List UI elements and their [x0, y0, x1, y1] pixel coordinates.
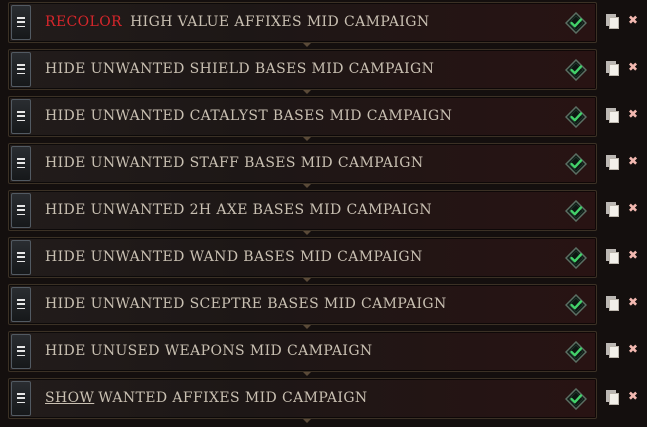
- rule-action-word: SHOW: [45, 390, 95, 406]
- checkmark-diamond-icon: [564, 11, 588, 35]
- rule-enabled-toggle[interactable]: [564, 11, 588, 35]
- copy-icon[interactable]: [606, 61, 619, 76]
- drag-handle[interactable]: [11, 334, 31, 369]
- copy-icon[interactable]: [606, 390, 619, 405]
- rule-enabled-toggle[interactable]: [564, 293, 588, 317]
- filter-rule-row[interactable]: HIDE UNWANTED SCEPTRE BASES MID CAMPAIGN: [8, 284, 597, 329]
- drag-handle-icon: [17, 17, 25, 28]
- rule-actions: ✖: [600, 49, 645, 89]
- close-icon[interactable]: ✖: [626, 340, 640, 358]
- rule-name: HIGH VALUE AFFIXES MID CAMPAIGN: [130, 14, 430, 30]
- rule-name: HIDE UNWANTED CATALYST BASES MID CAMPAIG…: [45, 108, 453, 124]
- checkmark-diamond-icon: [564, 387, 588, 411]
- drag-handle[interactable]: [11, 193, 31, 228]
- close-icon[interactable]: ✖: [626, 152, 640, 170]
- rule-name: HIDE UNWANTED 2H AXE BASES MID CAMPAIGN: [45, 202, 433, 218]
- copy-icon[interactable]: [606, 202, 619, 217]
- rule-actions: ✖: [600, 190, 645, 230]
- rule-label[interactable]: HIDE UNWANTED CATALYST BASES MID CAMPAIG…: [45, 97, 452, 136]
- copy-icon[interactable]: [606, 343, 619, 358]
- checkmark-diamond-icon: [564, 199, 588, 223]
- close-icon[interactable]: ✖: [626, 246, 640, 264]
- rule-actions: ✖: [600, 378, 645, 418]
- rule-name: HIDE UNWANTED WAND BASES MID CAMPAIGN: [45, 249, 423, 265]
- rule-enabled-toggle[interactable]: [564, 340, 588, 364]
- rule-enabled-toggle[interactable]: [564, 152, 588, 176]
- filter-rule-row[interactable]: HIDE UNWANTED CATALYST BASES MID CAMPAIG…: [8, 96, 597, 141]
- rule-label[interactable]: HIDE UNWANTED STAFF BASES MID CAMPAIGN: [45, 144, 423, 183]
- rule-name: HIDE UNWANTED SCEPTRE BASES MID CAMPAIGN: [45, 296, 447, 312]
- drag-handle-icon: [17, 64, 25, 75]
- filter-rule-row[interactable]: HIDE UNUSED WEAPONS MID CAMPAIGN: [8, 331, 597, 376]
- filter-rule-row[interactable]: RECOLOR HIGH VALUE AFFIXES MID CAMPAIGN: [8, 2, 597, 47]
- close-icon[interactable]: ✖: [626, 199, 640, 217]
- rule-label[interactable]: HIDE UNUSED WEAPONS MID CAMPAIGN: [45, 332, 373, 371]
- rule-name: HIDE UNWANTED SHIELD BASES MID CAMPAIGN: [45, 61, 435, 77]
- filter-rule-row[interactable]: SHOW WANTED AFFIXES MID CAMPAIGN: [8, 378, 597, 423]
- drag-handle[interactable]: [11, 381, 31, 416]
- close-icon[interactable]: ✖: [626, 58, 640, 76]
- rule-label[interactable]: RECOLOR HIGH VALUE AFFIXES MID CAMPAIGN: [45, 3, 430, 42]
- drag-handle-icon: [17, 111, 25, 122]
- checkmark-diamond-icon: [564, 58, 588, 82]
- rule-enabled-toggle[interactable]: [564, 199, 588, 223]
- drag-handle-icon: [17, 205, 25, 216]
- close-icon[interactable]: ✖: [626, 11, 640, 29]
- checkmark-diamond-icon: [564, 152, 588, 176]
- filter-rule-list: RECOLOR HIGH VALUE AFFIXES MID CAMPAIGN ✖ H…: [0, 0, 647, 427]
- drag-handle-icon: [17, 158, 25, 169]
- copy-icon[interactable]: [606, 155, 619, 170]
- copy-icon[interactable]: [606, 108, 619, 123]
- close-icon[interactable]: ✖: [626, 293, 640, 311]
- checkmark-diamond-icon: [564, 340, 588, 364]
- rule-action-keyword: RECOLOR: [45, 14, 123, 30]
- drag-handle-icon: [17, 393, 25, 404]
- drag-handle-icon: [17, 252, 25, 263]
- copy-icon[interactable]: [606, 14, 619, 29]
- copy-icon[interactable]: [606, 296, 619, 311]
- rule-actions: ✖: [600, 331, 645, 371]
- rule-enabled-toggle[interactable]: [564, 387, 588, 411]
- rule-actions: ✖: [600, 284, 645, 324]
- rule-actions: ✖: [600, 96, 645, 136]
- rule-label[interactable]: HIDE UNWANTED SCEPTRE BASES MID CAMPAIGN: [45, 285, 447, 324]
- drag-handle[interactable]: [11, 287, 31, 322]
- close-icon[interactable]: ✖: [626, 387, 640, 405]
- drag-handle-icon: [17, 299, 25, 310]
- drag-handle[interactable]: [11, 99, 31, 134]
- copy-icon[interactable]: [606, 249, 619, 264]
- rule-actions: ✖: [600, 237, 645, 277]
- rule-enabled-toggle[interactable]: [564, 105, 588, 129]
- checkmark-diamond-icon: [564, 246, 588, 270]
- checkmark-diamond-icon: [564, 293, 588, 317]
- filter-rule-row[interactable]: HIDE UNWANTED STAFF BASES MID CAMPAIGN: [8, 143, 597, 188]
- drag-handle[interactable]: [11, 240, 31, 275]
- rule-name: HIDE UNWANTED STAFF BASES MID CAMPAIGN: [45, 155, 424, 171]
- checkmark-diamond-icon: [564, 105, 588, 129]
- rule-label[interactable]: SHOW WANTED AFFIXES MID CAMPAIGN: [45, 379, 368, 418]
- rule-enabled-toggle[interactable]: [564, 246, 588, 270]
- drag-handle[interactable]: [11, 146, 31, 181]
- drag-handle[interactable]: [11, 5, 31, 40]
- drag-handle-icon: [17, 346, 25, 357]
- filter-rule-row[interactable]: HIDE UNWANTED WAND BASES MID CAMPAIGN: [8, 237, 597, 282]
- rule-label[interactable]: HIDE UNWANTED WAND BASES MID CAMPAIGN: [45, 238, 423, 277]
- drag-handle[interactable]: [11, 52, 31, 87]
- rule-actions: ✖: [600, 2, 645, 42]
- rule-enabled-toggle[interactable]: [564, 58, 588, 82]
- rule-label[interactable]: HIDE UNWANTED SHIELD BASES MID CAMPAIGN: [45, 50, 434, 89]
- rule-label[interactable]: HIDE UNWANTED 2H AXE BASES MID CAMPAIGN: [45, 191, 432, 230]
- rule-name: HIDE UNUSED WEAPONS MID CAMPAIGN: [45, 343, 373, 359]
- filter-rule-row[interactable]: HIDE UNWANTED 2H AXE BASES MID CAMPAIGN: [8, 190, 597, 235]
- rule-name: WANTED AFFIXES MID CAMPAIGN: [98, 390, 368, 406]
- close-icon[interactable]: ✖: [626, 105, 640, 123]
- rule-actions: ✖: [600, 143, 645, 183]
- filter-rule-row[interactable]: HIDE UNWANTED SHIELD BASES MID CAMPAIGN: [8, 49, 597, 94]
